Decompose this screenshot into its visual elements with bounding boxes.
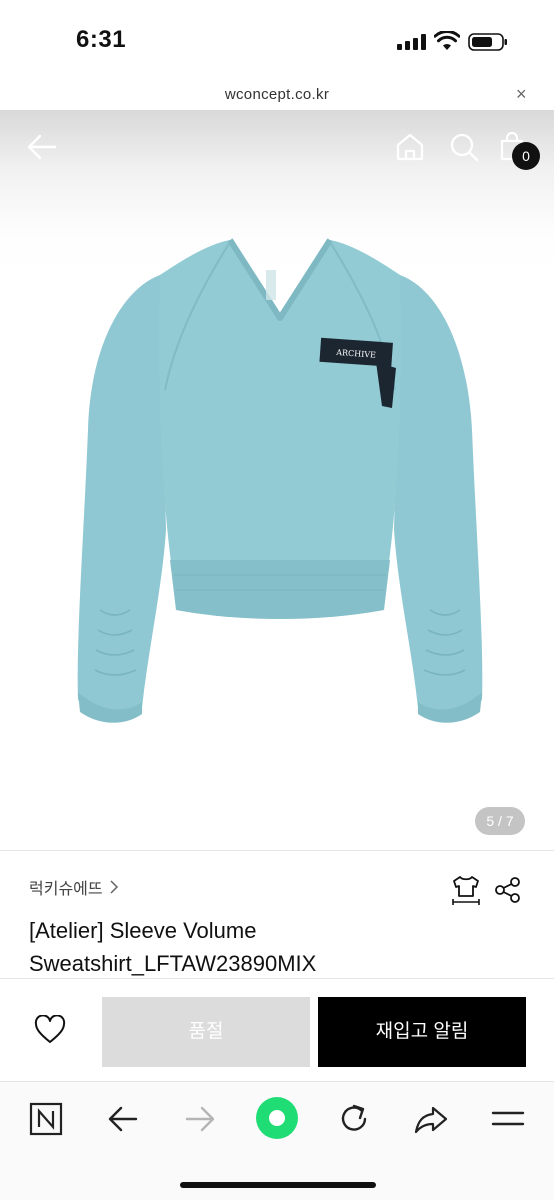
naver-n-icon[interactable] — [26, 1099, 66, 1139]
product-title: [Atelier] Sleeve Volume Sweatshirt_LFTAW… — [29, 914, 529, 980]
back-arrow-icon[interactable] — [26, 132, 58, 162]
battery-icon — [468, 33, 507, 51]
search-icon[interactable] — [449, 132, 479, 162]
brand-link[interactable]: 럭키슈에뜨 — [29, 876, 119, 898]
chevron-right-icon — [110, 880, 118, 894]
browser-toolbar — [0, 1082, 554, 1200]
url-bar[interactable]: wconcept.co.kr × — [0, 80, 554, 110]
status-bar: 6:31 — [0, 0, 554, 80]
share-arrow-icon[interactable] — [411, 1099, 451, 1139]
soldout-button[interactable]: 품절 — [102, 997, 310, 1067]
cellular-signal-icon — [397, 34, 427, 50]
heart-icon[interactable] — [34, 1015, 66, 1045]
green-dot-icon[interactable] — [254, 1095, 300, 1141]
close-icon[interactable]: × — [516, 84, 527, 105]
reload-icon[interactable] — [334, 1099, 374, 1139]
gallery-page-indicator: 5 / 7 — [475, 807, 525, 835]
home-indicator — [180, 1182, 376, 1188]
forward-arrow-icon[interactable] — [180, 1099, 220, 1139]
product-title-line-2: Sweatshirt_LFTAW23890MIX — [29, 951, 317, 976]
share-icon[interactable] — [494, 876, 522, 904]
product-photo: ARCHIVE — [77, 238, 483, 723]
purchase-bar: 품절 재입고 알림 — [0, 979, 554, 1081]
restock-alert-button[interactable]: 재입고 알림 — [318, 997, 526, 1067]
back-arrow-icon[interactable] — [103, 1099, 143, 1139]
product-title-line-1: [Atelier] Sleeve Volume — [29, 918, 257, 943]
brand-name[interactable]: 럭키슈에뜨 — [29, 875, 103, 899]
wifi-icon — [434, 31, 460, 50]
menu-icon[interactable] — [488, 1099, 528, 1139]
size-guide-icon[interactable] — [450, 874, 482, 906]
url-text[interactable]: wconcept.co.kr — [0, 86, 554, 103]
cart-count-badge[interactable]: 0 — [512, 142, 540, 170]
divider — [0, 850, 554, 851]
home-icon[interactable] — [395, 132, 425, 162]
status-time: 6:31 — [76, 26, 127, 53]
